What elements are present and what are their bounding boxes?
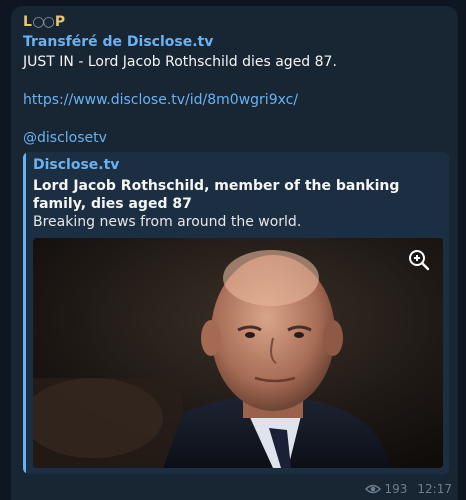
message-link[interactable]: https://www.disclose.tv/id/8m0wgri9xc/	[23, 92, 298, 108]
loop-logo-icon: ○○	[32, 14, 54, 30]
channel-name[interactable]: L○○ P	[23, 14, 66, 30]
message-text: JUST IN - Lord Jacob Rothschild dies age…	[23, 54, 337, 70]
preview-title: Lord Jacob Rothschild, member of the ban…	[33, 178, 400, 212]
forwarded-from-label[interactable]: Transféré de Disclose.tv	[23, 34, 213, 50]
zoom-in-icon[interactable]	[407, 248, 431, 272]
message-meta: 193 12:17	[364, 482, 452, 496]
view-count: 193	[384, 482, 408, 496]
preview-site-name: Disclose.tv	[33, 157, 120, 173]
preview-description: Breaking news from around the world.	[33, 214, 302, 230]
channel-handle-link[interactable]: @disclosetv	[23, 130, 107, 146]
link-preview[interactable]: Disclose.tv Lord Jacob Rothschild, membe…	[23, 152, 449, 474]
eye-icon	[364, 484, 381, 494]
preview-accent-bar	[23, 152, 26, 474]
portrait-image	[33, 238, 443, 468]
message-time: 12:17	[417, 482, 452, 496]
preview-photo[interactable]	[33, 238, 443, 468]
